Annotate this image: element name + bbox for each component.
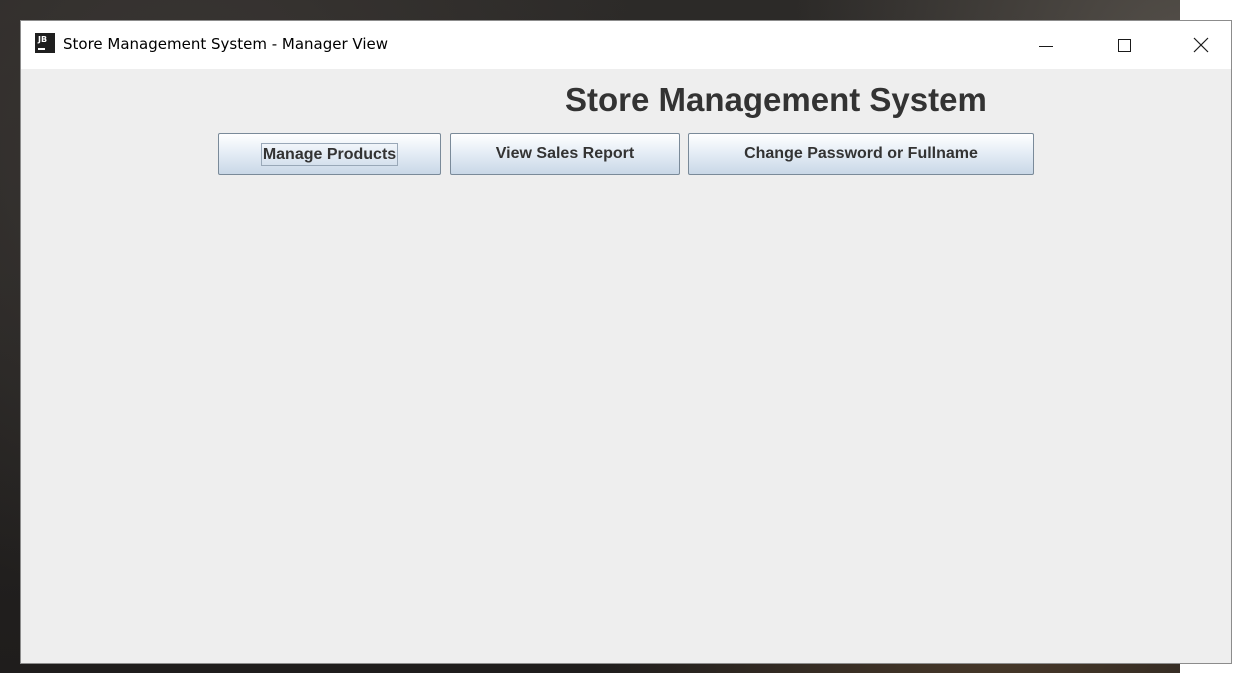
title-bar[interactable]: JB Store Management System - Manager Vie… xyxy=(21,21,1231,69)
manage-products-button[interactable]: Manage Products xyxy=(218,133,441,175)
close-button[interactable] xyxy=(1178,21,1224,69)
maximize-button[interactable] xyxy=(1101,21,1147,69)
change-password-button[interactable]: Change Password or Fullname xyxy=(688,133,1034,175)
maximize-icon xyxy=(1117,38,1131,52)
minimize-icon xyxy=(1039,45,1053,47)
close-icon xyxy=(1193,37,1209,53)
app-window: JB Store Management System - Manager Vie… xyxy=(20,20,1232,664)
view-sales-report-label: View Sales Report xyxy=(495,145,635,162)
manage-products-label: Manage Products xyxy=(260,142,399,166)
app-icon: JB xyxy=(35,33,55,53)
content-panel: Store Management System Manage Products … xyxy=(21,69,1231,663)
view-sales-report-button[interactable]: View Sales Report xyxy=(450,133,680,175)
window-title: Store Management System - Manager View xyxy=(63,35,388,53)
change-password-label: Change Password or Fullname xyxy=(744,145,978,162)
page-title: Store Management System xyxy=(565,81,987,118)
app-icon-label: JB xyxy=(38,35,48,44)
minimize-button[interactable] xyxy=(1023,21,1069,69)
